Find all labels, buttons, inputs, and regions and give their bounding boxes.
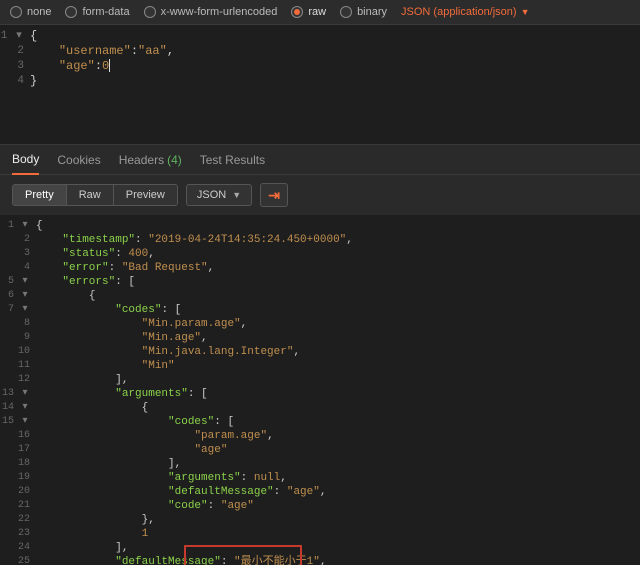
content-type-dropdown[interactable]: JSON (application/json) ▼ xyxy=(401,6,529,18)
line-gutter: 1 ▾234 5 ▾6 ▾7 ▾ 89101112 13 ▾14 ▾15 ▾ 1… xyxy=(0,215,36,565)
radio-label: x-www-form-urlencoded xyxy=(161,6,278,18)
radio-icon xyxy=(291,6,303,18)
request-body-code: { "username":"aa", "age":0 } xyxy=(30,25,174,144)
content-type-label: JSON (application/json) xyxy=(401,6,517,18)
request-body-editor[interactable]: 1 ▾ 2 3 4 { "username":"aa", "age":0 } xyxy=(0,25,640,145)
radio-icon xyxy=(340,6,352,18)
body-type-urlencoded[interactable]: x-www-form-urlencoded xyxy=(144,6,278,18)
radio-label: form-data xyxy=(82,6,129,18)
body-type-row: none form-data x-www-form-urlencoded raw… xyxy=(0,0,640,25)
radio-label: raw xyxy=(308,6,326,18)
body-type-binary[interactable]: binary xyxy=(340,6,387,18)
body-type-form-data[interactable]: form-data xyxy=(65,6,129,18)
view-mode-group: Pretty Raw Preview xyxy=(12,184,178,206)
chevron-down-icon: ▼ xyxy=(521,7,530,17)
tab-body[interactable]: Body xyxy=(12,145,39,175)
wrap-lines-button[interactable]: ⇥ xyxy=(260,183,288,207)
view-pretty-button[interactable]: Pretty xyxy=(13,185,67,205)
body-type-none[interactable]: none xyxy=(10,6,51,18)
response-toolbar: Pretty Raw Preview JSON ▼ ⇥ xyxy=(0,175,640,215)
tab-headers[interactable]: Headers(4) xyxy=(119,145,182,175)
format-dropdown[interactable]: JSON ▼ xyxy=(186,184,252,206)
line-gutter: 1 ▾ 2 3 4 xyxy=(0,25,30,144)
radio-icon xyxy=(65,6,77,18)
response-body-editor[interactable]: 1 ▾234 5 ▾6 ▾7 ▾ 89101112 13 ▾14 ▾15 ▾ 1… xyxy=(0,215,640,565)
radio-icon xyxy=(10,6,22,18)
wrap-icon: ⇥ xyxy=(268,187,280,204)
response-body-code: { "timestamp": "2019-04-24T14:35:24.450+… xyxy=(36,215,353,565)
view-raw-button[interactable]: Raw xyxy=(67,185,114,205)
body-type-raw[interactable]: raw xyxy=(291,6,326,18)
response-tabs: Body Cookies Headers(4) Test Results xyxy=(0,145,640,175)
radio-label: binary xyxy=(357,6,387,18)
radio-label: none xyxy=(27,6,51,18)
chevron-down-icon: ▼ xyxy=(232,190,241,200)
tab-test-results[interactable]: Test Results xyxy=(200,145,265,175)
radio-icon xyxy=(144,6,156,18)
view-preview-button[interactable]: Preview xyxy=(114,185,177,205)
tab-cookies[interactable]: Cookies xyxy=(57,145,100,175)
